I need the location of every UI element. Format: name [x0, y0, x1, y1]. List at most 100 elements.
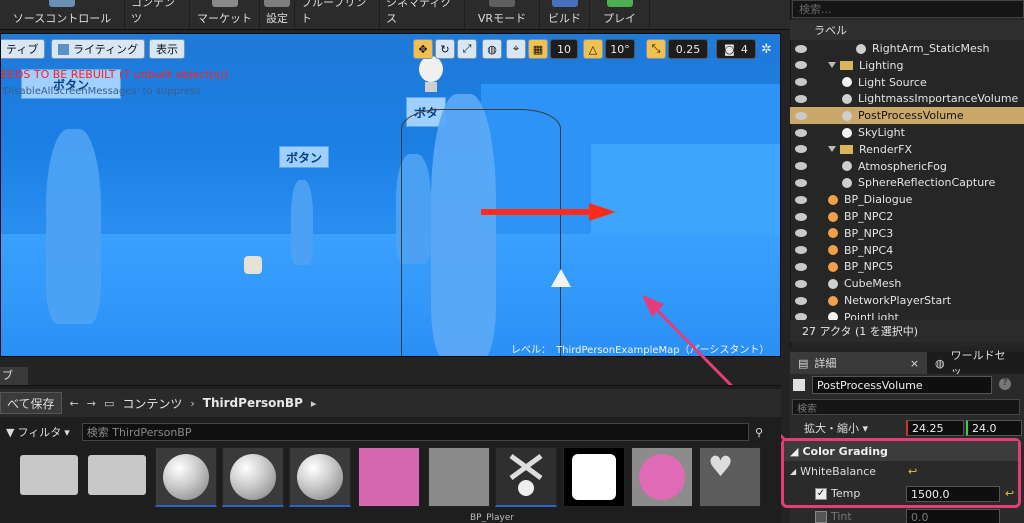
visibility-eye-icon[interactable] [795, 296, 807, 305]
outliner-row[interactable]: PostProcessVolume [790, 107, 1024, 125]
asset-tile-heart-icon[interactable]: ♥ [699, 447, 761, 507]
visibility-eye-icon[interactable] [795, 61, 807, 70]
toolbar-button[interactable]: 設定 [260, 0, 295, 29]
tab-world-settings[interactable]: ◍ ワールドセッ [927, 349, 1024, 378]
visibility-eye-icon[interactable] [795, 78, 807, 87]
visibility-eye-icon[interactable] [795, 279, 807, 288]
scale-x-field[interactable]: 24.25 [906, 420, 964, 436]
dialogue-actor-icon[interactable] [241, 252, 266, 280]
outliner-search-input[interactable]: 検索... [792, 0, 1024, 18]
filter-button[interactable]: ▼ フィルタ ▾ [0, 423, 76, 441]
surface-snap-icon[interactable]: ⌖ [506, 39, 526, 59]
temp-value-field[interactable]: 1500.0 [906, 486, 1000, 502]
outliner-row[interactable]: BP_Dialogue [790, 191, 1024, 208]
reset-arrow-icon[interactable]: ↩ [908, 465, 917, 478]
temp-checkbox[interactable]: ✓ [815, 487, 827, 500]
asset-tile-texture-pink[interactable] [358, 447, 420, 507]
search-icon[interactable]: ⚲ [755, 426, 763, 439]
outliner-row[interactable]: BP_NPC3 [790, 225, 1024, 242]
visibility-eye-icon[interactable] [795, 145, 807, 154]
outliner-row[interactable]: NetworkPlayerStart [790, 292, 1024, 309]
toolbar-button[interactable]: プレイ [590, 0, 650, 29]
grid-snap-value[interactable]: 10 [550, 39, 578, 59]
outliner-row[interactable]: BP_NPC4 [790, 242, 1024, 259]
world-space-icon[interactable]: ◍ [482, 39, 502, 59]
object-name-field[interactable]: PostProcessVolume [812, 376, 992, 394]
visibility-eye-icon[interactable] [795, 178, 807, 187]
toolbar-button[interactable]: コンテンツ [125, 0, 190, 29]
translate-tool-icon[interactable]: ✥ [413, 39, 433, 59]
show-button[interactable]: 表示 [149, 39, 185, 59]
toolbar-button[interactable]: ビルド [540, 0, 590, 29]
outliner-row[interactable]: LightmassImportanceVolume [790, 90, 1024, 107]
expand-triangle-icon[interactable] [828, 146, 836, 153]
scale-snap-icon[interactable]: ⤡ [646, 39, 666, 59]
asset-tile-material-1[interactable] [155, 447, 217, 507]
asset-folder-1[interactable] [20, 455, 78, 495]
reset-arrow-icon[interactable]: ↩ [1005, 487, 1014, 500]
toolbar-button[interactable]: マーケット [190, 0, 260, 29]
outliner-row[interactable]: RightArm_StaticMesh [790, 40, 1024, 57]
outliner-row[interactable]: SkyLight [790, 124, 1024, 141]
outliner-row[interactable]: BP_NPC5 [790, 258, 1024, 275]
visibility-eye-icon[interactable] [795, 162, 807, 171]
outliner-row[interactable]: RenderFX [790, 141, 1024, 158]
visibility-eye-icon[interactable] [795, 94, 807, 103]
rotation-snap-value[interactable]: 10° [605, 39, 635, 59]
visibility-eye-icon[interactable] [795, 195, 807, 204]
asset-folder-2[interactable] [88, 455, 146, 495]
toolbar-button[interactable]: ソースコントロール [0, 0, 125, 29]
viewport-options-icon[interactable]: ✲ [761, 42, 772, 57]
visibility-eye-icon[interactable] [795, 246, 807, 255]
help-icon[interactable]: ? [999, 378, 1011, 390]
mannequin-left[interactable] [46, 129, 101, 324]
rotate-tool-icon[interactable]: ↻ [435, 39, 455, 59]
content-browser-tab[interactable]: ブ [0, 367, 28, 385]
lighting-mode-button[interactable]: ライティング [51, 39, 146, 59]
white-balance-group[interactable]: ◢ WhiteBalance [790, 465, 876, 478]
visibility-eye-icon[interactable] [795, 128, 807, 137]
breadcrumb-content[interactable]: コンテンツ [122, 395, 182, 412]
save-all-button[interactable]: べて保存 [0, 392, 62, 414]
back-icon[interactable]: ← [70, 397, 79, 410]
toolbar-button[interactable]: ブループリント [295, 0, 380, 29]
outliner-row[interactable]: Lighting [790, 57, 1024, 74]
outliner-row[interactable]: Light Source [790, 74, 1024, 91]
asset-tile-material-2[interactable] [222, 447, 284, 507]
move-gizmo-arrow[interactable] [481, 202, 621, 222]
toolbar-button[interactable]: VRモード [465, 0, 540, 29]
view-mode-button[interactable]: ティブ [1, 39, 46, 59]
scale-snap-value[interactable]: 0.25 [668, 39, 708, 59]
camera-speed-button[interactable]: ◙ 4 [716, 39, 756, 59]
outliner-row[interactable]: AtmosphericFog [790, 158, 1024, 175]
asset-search-input[interactable]: 検索 ThirdPersonBP [81, 423, 749, 441]
visibility-eye-icon[interactable] [795, 229, 807, 238]
visibility-eye-icon[interactable] [795, 111, 807, 120]
toolbar-button[interactable]: シネマティクス [380, 0, 465, 29]
color-grading-section[interactable]: ◢ Color Grading [784, 441, 1018, 461]
tint-value-field[interactable]: 0.0 [906, 509, 1000, 523]
forward-icon[interactable]: → [87, 397, 96, 410]
outliner-row[interactable]: CubeMesh [790, 275, 1024, 292]
asset-tile-mask[interactable] [563, 447, 625, 507]
breadcrumb-thirdpersonbp[interactable]: ThirdPersonBP [203, 396, 303, 410]
visibility-eye-icon[interactable] [795, 44, 807, 53]
asset-tile-material-3[interactable] [289, 447, 351, 507]
mannequin-middle[interactable] [291, 180, 313, 265]
tint-checkbox[interactable] [815, 510, 827, 523]
visibility-eye-icon[interactable] [795, 212, 807, 221]
asset-tile-bp-player[interactable] [495, 447, 557, 507]
asset-tile-pink-sphere[interactable] [631, 447, 693, 507]
outliner-label-header[interactable]: ラベル [790, 20, 1024, 40]
asset-tile-mannequin[interactable] [428, 447, 490, 507]
tab-details[interactable]: ▤ 詳細 × [790, 352, 928, 374]
grid-snap-icon[interactable]: ▦ [528, 39, 548, 59]
light-bulb-icon[interactable] [416, 54, 446, 99]
close-icon[interactable]: × [910, 357, 919, 370]
scale-y-field[interactable]: 24.0 [966, 420, 1022, 436]
details-search-input[interactable]: 検索 [792, 399, 1020, 415]
expand-triangle-icon[interactable] [828, 62, 836, 69]
scale-tool-icon[interactable]: ⤢ [457, 39, 477, 59]
visibility-eye-icon[interactable] [795, 262, 807, 271]
player-start-icon[interactable] [551, 269, 571, 289]
